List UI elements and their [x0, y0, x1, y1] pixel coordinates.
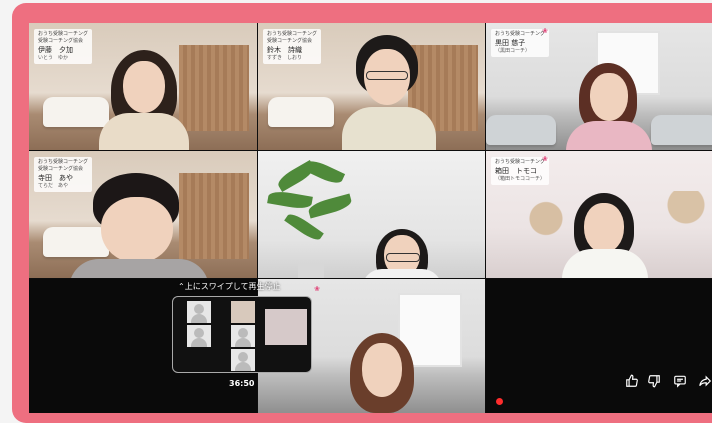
lotus-logo-icon: ❀ — [542, 155, 548, 163]
participant-tile-kuroda: おうち受験コーチング 黒田 慈子 （黒田コーチ） ❀ — [486, 23, 712, 150]
face — [101, 197, 173, 263]
participant-tile-terada: おうち受験コーチング 受験コーチング協会 寺田 あや てらだ あや — [29, 151, 257, 278]
pip-thumb — [231, 301, 255, 323]
pip-thumb — [265, 309, 307, 345]
lotus-logo-icon: ❀ — [314, 285, 320, 293]
glasses — [366, 71, 408, 80]
participant-name: 寺田 あや — [38, 174, 73, 182]
pip-participant — [187, 325, 211, 347]
body — [362, 269, 442, 278]
org-line: 受験コーチング協会 — [38, 38, 84, 44]
body — [342, 107, 436, 150]
participant-name: 伊藤 夕加 — [38, 46, 73, 54]
participant-kana: てらだ あや — [38, 183, 69, 189]
body — [69, 259, 209, 278]
name-label: おうち受験コーチング 箱田 トモコ （箱田トモココーチ） — [491, 157, 550, 185]
org-line: 受験コーチング協会 — [267, 38, 313, 44]
empty-tile — [486, 279, 712, 413]
lotus-logo-icon: ❀ — [542, 27, 548, 35]
pip-preview[interactable] — [172, 296, 312, 373]
plant-pot — [298, 263, 324, 278]
face — [123, 61, 165, 113]
sofa — [268, 97, 334, 127]
plant — [302, 157, 346, 187]
dried-flowers — [666, 191, 706, 261]
participant-tile-center — [258, 151, 485, 278]
participant-tile-suzuki: おうち受験コーチング 受験コーチング協会 鈴木 詩織 すずき しおり — [258, 23, 485, 150]
name-label: おうち受験コーチング 黒田 慈子 （黒田コーチ） — [491, 29, 550, 57]
name-label: おうち受験コーチング 受験コーチング協会 伊藤 夕加 いとう ゆか — [34, 29, 93, 64]
org-line: おうち受験コーチング — [38, 159, 89, 165]
org-line: おうち受験コーチング — [38, 31, 89, 37]
glasses — [386, 253, 420, 262]
progress-indicator[interactable] — [496, 398, 503, 405]
face — [590, 73, 628, 121]
share-icon[interactable] — [697, 374, 712, 390]
wood-panel — [179, 45, 249, 131]
participant-name: 黒田 慈子 — [495, 39, 526, 47]
participant-kana: すずき しおり — [267, 55, 303, 61]
video-player[interactable]: おうち受験コーチング 受験コーチング協会 伊藤 夕加 いとう ゆか おうち受験コ… — [29, 23, 712, 413]
name-label: おうち受験コーチング 受験コーチング協会 鈴木 詩織 すずき しおり — [263, 29, 322, 64]
sofa — [43, 97, 109, 127]
plant — [267, 189, 313, 211]
name-label: おうち受験コーチング 受験コーチング協会 寺田 あや てらだ あや — [34, 157, 93, 192]
participant-name: 箱田 トモコ — [495, 167, 537, 175]
sofa — [486, 115, 556, 145]
org-line: 受験コーチング協会 — [38, 166, 84, 172]
dried-flowers — [526, 201, 566, 271]
body — [566, 121, 652, 150]
pip-participant — [231, 325, 255, 347]
body — [99, 113, 189, 150]
swipe-hint: ⌃上にスワイプして再生停止 — [178, 282, 281, 291]
pip-participant — [231, 349, 255, 371]
org-line: おうち受験コーチング — [495, 159, 546, 165]
face — [362, 343, 402, 397]
participant-name: 鈴木 詩織 — [267, 46, 302, 54]
org-line: おうち受験コーチング — [495, 31, 546, 37]
thumbs-up-icon[interactable] — [624, 374, 640, 390]
pip-time: 36:50 — [229, 379, 255, 388]
participant-tile-ito: おうち受験コーチング 受験コーチング協会 伊藤 夕加 いとう ゆか — [29, 23, 257, 150]
sofa — [651, 115, 712, 145]
thumbs-down-icon[interactable] — [646, 374, 662, 390]
participant-tile-hakoda: おうち受験コーチング 箱田 トモコ （箱田トモココーチ） ❀ — [486, 151, 712, 278]
sofa — [43, 227, 109, 257]
participant-kana: （箱田トモココーチ） — [495, 176, 546, 182]
face — [584, 203, 624, 253]
participant-kana: （黒田コーチ） — [495, 48, 531, 54]
org-line: おうち受験コーチング — [267, 31, 318, 37]
body — [562, 249, 648, 278]
pip-participant — [187, 301, 211, 323]
comment-icon[interactable] — [672, 374, 688, 390]
wood-panel — [179, 173, 249, 259]
participant-kana: いとう ゆか — [38, 55, 69, 61]
plant — [306, 193, 354, 219]
